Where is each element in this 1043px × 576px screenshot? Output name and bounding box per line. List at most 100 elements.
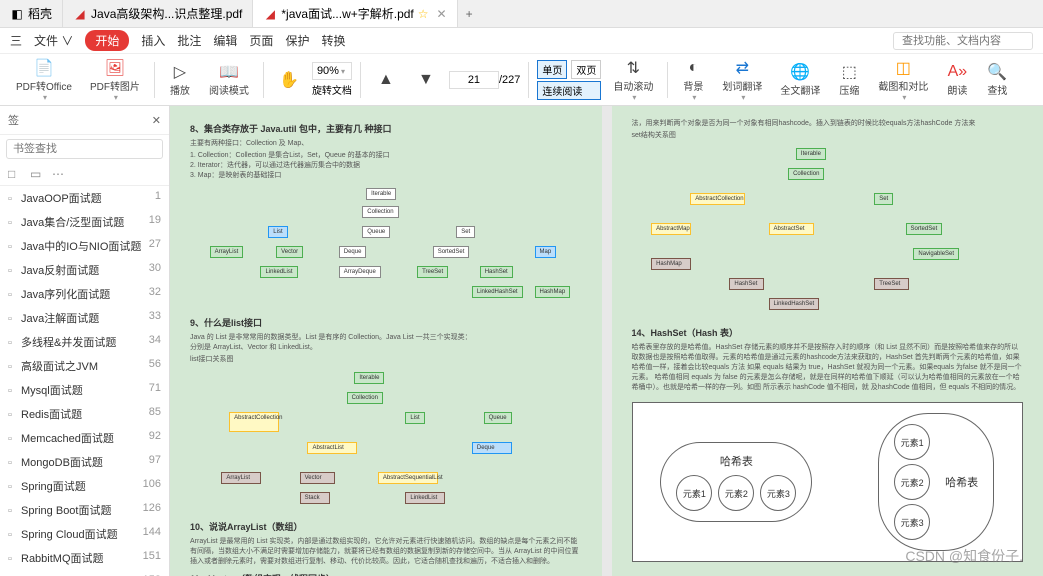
play-button[interactable]: ▷播放 — [163, 60, 197, 99]
close-icon[interactable]: ✕ — [437, 7, 447, 21]
hash-element: 元素2 — [718, 475, 754, 511]
sidebar-title: 签 — [8, 112, 19, 128]
read-aloud-button[interactable]: A»朗读 — [940, 60, 974, 99]
menu-convert[interactable]: 转换 — [321, 32, 345, 49]
text: set结构关系图 — [632, 130, 1024, 140]
bookmark-item[interactable]: ▫Java注解面试题33 — [0, 306, 169, 330]
hash-element: 元素3 — [894, 504, 930, 540]
tab-label: *java面试...w+字解析.pdf — [281, 5, 413, 22]
bookmark-item[interactable]: ▫Memcached面试题92 — [0, 426, 169, 450]
menu-edit[interactable]: 编辑 — [213, 32, 237, 49]
up-arrow-icon: ▲ — [376, 70, 396, 90]
bookmark-item[interactable]: ▫MongoDB面试题97 — [0, 450, 169, 474]
bookmark-item[interactable]: ▫Spring面试题106 — [0, 474, 169, 498]
word-translate-button[interactable]: ⇄划词翻译 — [716, 56, 768, 104]
bookmark-menu-icon[interactable]: ⋯ — [52, 167, 66, 181]
toolbar: 📄PDF转Office 🖼PDF转图片 ▷播放 📖阅读模式 ✋ 90% 旋转文档… — [0, 54, 1043, 106]
home-icon: ◧ — [10, 7, 24, 21]
full-translate-button[interactable]: 🌐全文翻译 — [774, 60, 826, 99]
pdf-office-icon: 📄 — [34, 58, 54, 78]
bookmark-item[interactable]: ▫Spring Boot面试题126 — [0, 498, 169, 522]
bookmark-item[interactable]: ▫多线程&并发面试题34 — [0, 330, 169, 354]
separator — [263, 62, 264, 98]
camera-icon: ◫ — [893, 58, 913, 78]
bookmark-item[interactable]: ▫JavaOOP面试题1 — [0, 186, 169, 210]
menu-hamburger[interactable]: 三 — [10, 32, 22, 49]
hash-element: 元素1 — [676, 475, 712, 511]
menu-comment[interactable]: 批注 — [177, 32, 201, 49]
next-page-button[interactable]: ▼ — [409, 68, 443, 92]
bookmark-item[interactable]: ▫Redis面试题85 — [0, 402, 169, 426]
single-page-button[interactable]: 单页 — [537, 60, 567, 79]
prev-page-button[interactable]: ▲ — [369, 68, 403, 92]
heading-9: 9、什么是list接口 — [190, 316, 582, 329]
menu-file[interactable]: 文件 ∨ — [34, 32, 73, 49]
text: Java 的 List 是非常常用的数据类型。List 是有序的 Collect… — [190, 332, 582, 352]
auto-scroll-button[interactable]: ⇅自动滚动 — [607, 56, 659, 104]
bookmark-item[interactable]: ▫RabbitMQ面试题151 — [0, 546, 169, 570]
pdf-to-office-button[interactable]: 📄PDF转Office — [10, 56, 78, 104]
tab-pdf-2[interactable]: ◢ *java面试...w+字解析.pdf ☆ ✕ — [253, 0, 457, 27]
bg-icon: ◐ — [683, 58, 703, 78]
background-button[interactable]: ◐背景 — [676, 56, 710, 104]
bookmark-item[interactable]: ▫Java集合/泛型面试题19 — [0, 210, 169, 234]
bookmark-item[interactable]: ▫Java序列化面试题32 — [0, 282, 169, 306]
page-total: /227 — [499, 74, 520, 86]
separator — [360, 62, 361, 98]
heading-8: 8、集合类存放于 Java.util 包中，主要有几 种接口 — [190, 122, 582, 135]
hash-element: 元素3 — [760, 475, 796, 511]
speaker-icon: A» — [947, 62, 967, 82]
set-diagram: Iterable Collection AbstractCollection S… — [632, 148, 1024, 318]
close-sidebar-button[interactable]: ✕ — [152, 114, 161, 127]
tab-pdf-1[interactable]: ◢ Java高级架构...识点整理.pdf — [63, 0, 253, 27]
menu-search-input[interactable] — [893, 32, 1033, 50]
watermark: CSDN @知食份子. — [905, 546, 1023, 566]
search-icon: 🔍 — [987, 62, 1007, 82]
text: list接口关系图 — [190, 354, 582, 364]
tabs-bar: ◧ 稻壳 ◢ Java高级架构...识点整理.pdf ◢ *java面试...w… — [0, 0, 1043, 28]
text: ArrayList 是最常用的 List 实现类，内部是通过数组实现的，它允许对… — [190, 536, 582, 566]
bookmark-sidebar: 签 ✕ □ ▭ ⋯ ▫JavaOOP面试题1▫Java集合/泛型面试题19▫Ja… — [0, 106, 170, 576]
bookmark-item[interactable]: ▫Java中的IO与NIO面试题27 — [0, 234, 169, 258]
bookmark-item[interactable]: ▫Spring Cloud面试题144 — [0, 522, 169, 546]
zoom-select[interactable]: 90% — [312, 62, 352, 80]
down-arrow-icon: ▼ — [416, 70, 436, 90]
heading-10: 10、说说ArrayList（数组） — [190, 520, 582, 533]
bookmark-item[interactable]: ▫Dubbo 面试题158 — [0, 570, 169, 576]
double-page-button[interactable]: 双页 — [571, 60, 601, 79]
pdf-to-image-button[interactable]: 🖼PDF转图片 — [84, 56, 146, 104]
collection-diagram: Iterable Collection List Queue Set Array… — [190, 188, 582, 308]
bookmark-add-icon[interactable]: □ — [8, 167, 22, 181]
bookmark-list[interactable]: ▫JavaOOP面试题1▫Java集合/泛型面试题19▫Java中的IO与NIO… — [0, 186, 169, 576]
bookmark-search-input[interactable] — [6, 139, 163, 159]
rotate-button[interactable]: 旋转文档 — [312, 82, 352, 97]
text: 法，用来判断两个对象是否为同一个对象有相同hashcode。插入到链表的时候比较… — [632, 118, 1024, 128]
pdf-icon: ◢ — [263, 7, 277, 21]
bookmark-item[interactable]: ▫Mysql面试题71 — [0, 378, 169, 402]
hash-label: 哈希表 — [720, 453, 753, 469]
add-tab-button[interactable]: + — [458, 7, 481, 21]
separator — [667, 62, 668, 98]
bookmark-item[interactable]: ▫高级面试之JVM56 — [0, 354, 169, 378]
bookmark-collapse-icon[interactable]: ▭ — [30, 167, 44, 181]
read-mode-button[interactable]: 📖阅读模式 — [203, 60, 255, 99]
text: 哈希表里存放的是哈希值。HashSet 存储元素的顺序并不是按照存入时的顺序（和… — [632, 342, 1024, 392]
menu-page[interactable]: 页面 — [249, 32, 273, 49]
tab-home[interactable]: ◧ 稻壳 — [0, 0, 63, 27]
favorite-icon[interactable]: ☆ — [418, 7, 429, 21]
find-button[interactable]: 🔍查找 — [980, 60, 1014, 99]
document-viewport[interactable]: 8、集合类存放于 Java.util 包中，主要有几 种接口 主要有两种接口：C… — [170, 106, 1043, 576]
menu-protect[interactable]: 保护 — [285, 32, 309, 49]
pdf-page-right: 法，用来判断两个对象是否为同一个对象有相同hashcode。插入到链表的时候比较… — [612, 106, 1043, 576]
separator — [528, 62, 529, 98]
main-area: 签 ✕ □ ▭ ⋯ ▫JavaOOP面试题1▫Java集合/泛型面试题19▫Ja… — [0, 106, 1043, 576]
menu-start[interactable]: 开始 — [85, 30, 129, 51]
hand-tool-button[interactable]: ✋ — [272, 68, 306, 92]
compare-button[interactable]: ◫截图和对比 — [872, 56, 934, 104]
bookmark-item[interactable]: ▫Java反射面试题30 — [0, 258, 169, 282]
continuous-button[interactable]: 连续阅读 — [537, 81, 601, 100]
compress-button[interactable]: ⬚压缩 — [832, 60, 866, 99]
text: 主要有两种接口：Collection 及 Map、 — [190, 138, 582, 148]
menu-insert[interactable]: 插入 — [141, 32, 165, 49]
page-input[interactable] — [449, 71, 499, 89]
